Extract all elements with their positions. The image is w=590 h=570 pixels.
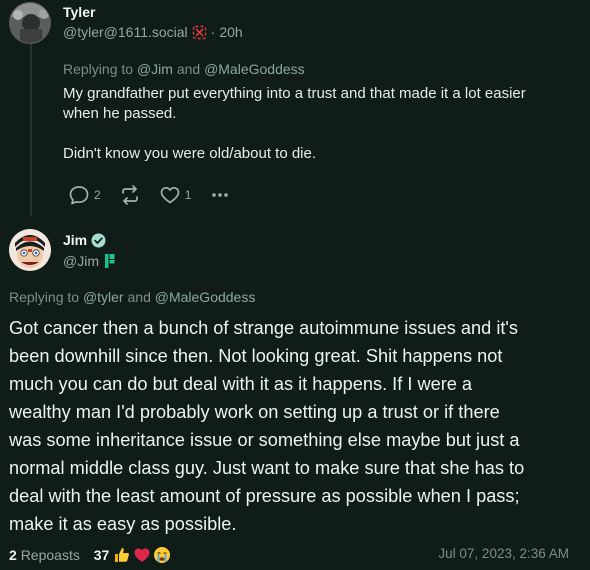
mention-tyler[interactable]: @tyler [83,289,124,305]
more-icon [209,184,231,206]
reposts-link[interactable]: 2 Repoasts [9,547,84,563]
reposts-label: Repoasts [20,547,80,564]
verified-badge-icon [91,233,106,248]
avatar[interactable] [9,229,51,271]
avatar[interactable] [9,2,51,44]
display-name[interactable]: Tyler [63,4,95,20]
blocked-icon [192,25,207,40]
post-timestamp[interactable]: Jul 07, 2023, 2:36 AM [438,546,569,561]
reposts-count: 2 [9,547,17,564]
pleroma-icon [103,253,117,269]
reply-post: Tyler @tyler@1611.social · 20h Replying … [0,0,590,218]
post-line: Didn't know you were old/about to die. [63,145,317,162]
post-body: Got cancer then a bunch of strange autoi… [9,314,584,538]
post-line: make it as easy as possible. [9,514,237,534]
post-line: Got cancer then a bunch of strange autoi… [9,318,518,338]
heart-icon [159,184,181,206]
mention-malegoddess[interactable]: @MaleGoddess [155,289,256,305]
reply-count: 2 [94,188,101,202]
handle-row: @tyler@1611.social · 20h [63,24,243,40]
like-count: 1 [184,188,192,202]
separator: · [210,24,216,40]
post-footer: 2 Repoasts 37 Jul 07, 2023, 2:36 AM [9,546,569,568]
repost-icon [119,184,141,206]
and-text: and [176,61,201,77]
and-text: and [127,289,151,305]
more-button[interactable] [209,184,231,206]
reply-icon [68,184,90,206]
post-line: been downhill since then. Not looking gr… [9,346,503,366]
reactions-link[interactable]: 37 [84,547,171,563]
heart-emoji-icon [133,546,151,567]
thread-line [30,44,32,216]
post-line: when he passed. [63,105,177,122]
thumbs-up-icon [113,546,131,567]
like-button[interactable]: 1 [159,184,192,206]
display-name[interactable]: Jim [63,232,87,248]
post-line: wealthy man I'd probably work on setting… [9,402,500,422]
replying-prefix: Replying to [9,289,80,305]
action-bar: 2 1 [68,184,249,206]
reply-button[interactable]: 2 [68,184,101,206]
post-line: deal with the least amount of pressure a… [9,486,520,506]
replying-prefix: Replying to [63,61,134,77]
crying-face-icon [153,546,171,567]
post-line: was some inheritance issue or something … [9,430,520,450]
handle-row: @Jim [63,253,117,269]
handle[interactable]: @Jim [63,253,99,269]
mention-malegoddess[interactable]: @MaleGoddess [204,61,305,77]
time-ago[interactable]: 20h [219,24,242,40]
repost-button[interactable] [119,184,141,206]
replying-to: Replying to @Jim and @MaleGoddess [63,61,305,77]
post-line: My grandfather put everything into a tru… [63,85,526,102]
mention-jim[interactable]: @Jim [137,61,173,77]
reactions-count: 37 [93,547,110,564]
handle[interactable]: @tyler@1611.social [63,24,188,40]
post-line: much you can do but deal with it as it h… [9,374,473,394]
post-line: normal middle class guy. Just want to ma… [9,458,525,478]
replying-to: Replying to @tyler and @MaleGoddess [9,289,255,305]
display-name-row: Jim [63,232,106,248]
post-body: My grandfather put everything into a tru… [63,84,583,164]
